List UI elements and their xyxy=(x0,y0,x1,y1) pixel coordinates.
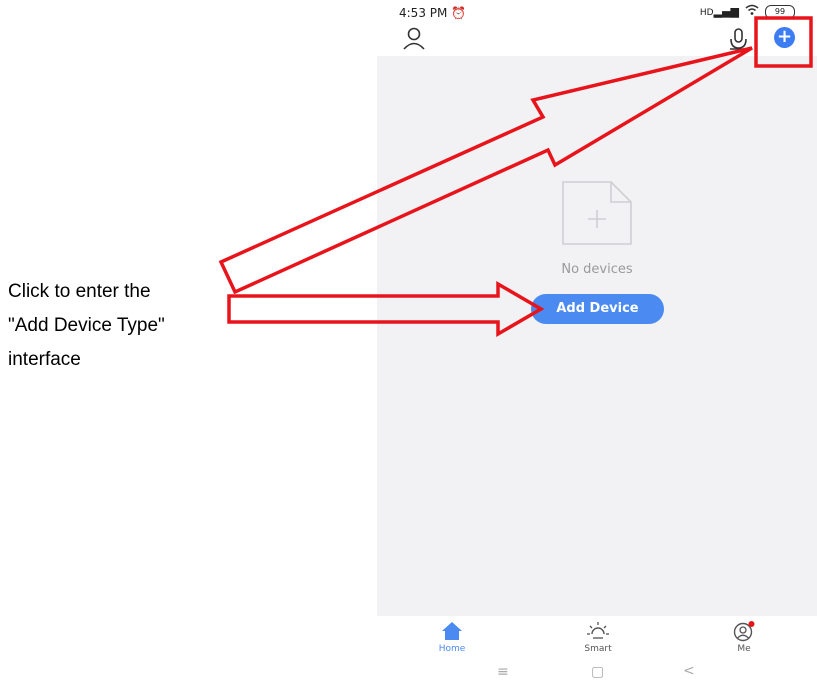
caption-line-3: interface xyxy=(8,349,81,370)
tab-me[interactable]: Me xyxy=(709,620,779,654)
home-icon xyxy=(417,620,487,642)
back-key-icon[interactable]: < xyxy=(683,663,695,679)
status-bar: 4:53 PM ⏰ HD▂▄▆ 99 xyxy=(377,0,817,22)
empty-state-text: No devices xyxy=(561,262,633,277)
caption-line-2: "Add Device Type" xyxy=(8,315,165,336)
battery-icon: 99 xyxy=(765,4,795,19)
microphone-icon[interactable] xyxy=(727,26,751,52)
status-icons: HD▂▄▆ 99 xyxy=(700,4,795,19)
menu-key-icon[interactable]: ≡ xyxy=(497,664,509,680)
tab-home[interactable]: Home xyxy=(417,620,487,654)
phone-screen: 4:53 PM ⏰ HD▂▄▆ 99 + No devices Add Devi… xyxy=(377,0,817,690)
bottom-tab-bar: Home Smart Me xyxy=(377,616,817,660)
plus-circle-icon[interactable]: + xyxy=(774,27,795,48)
add-device-button[interactable]: Add Device xyxy=(531,294,664,324)
empty-file-plus-icon xyxy=(561,180,633,246)
status-time: 4:53 PM ⏰ xyxy=(399,6,467,20)
tab-smart[interactable]: Smart xyxy=(563,620,633,654)
home-key-icon[interactable]: ▢ xyxy=(591,664,604,680)
signal-icon: HD▂▄▆ xyxy=(699,5,739,18)
sun-icon xyxy=(563,620,633,642)
caption-line-1: Click to enter the xyxy=(8,281,151,302)
system-nav-bar: ≡ ▢ < xyxy=(377,660,817,690)
wifi-icon xyxy=(745,4,759,19)
alarm-icon: ⏰ xyxy=(451,6,467,20)
user-icon[interactable] xyxy=(401,26,427,52)
top-bar: + xyxy=(377,22,817,56)
me-icon xyxy=(709,620,779,642)
annotation-caption: Click to enter the "Add Device Type" int… xyxy=(8,275,238,377)
